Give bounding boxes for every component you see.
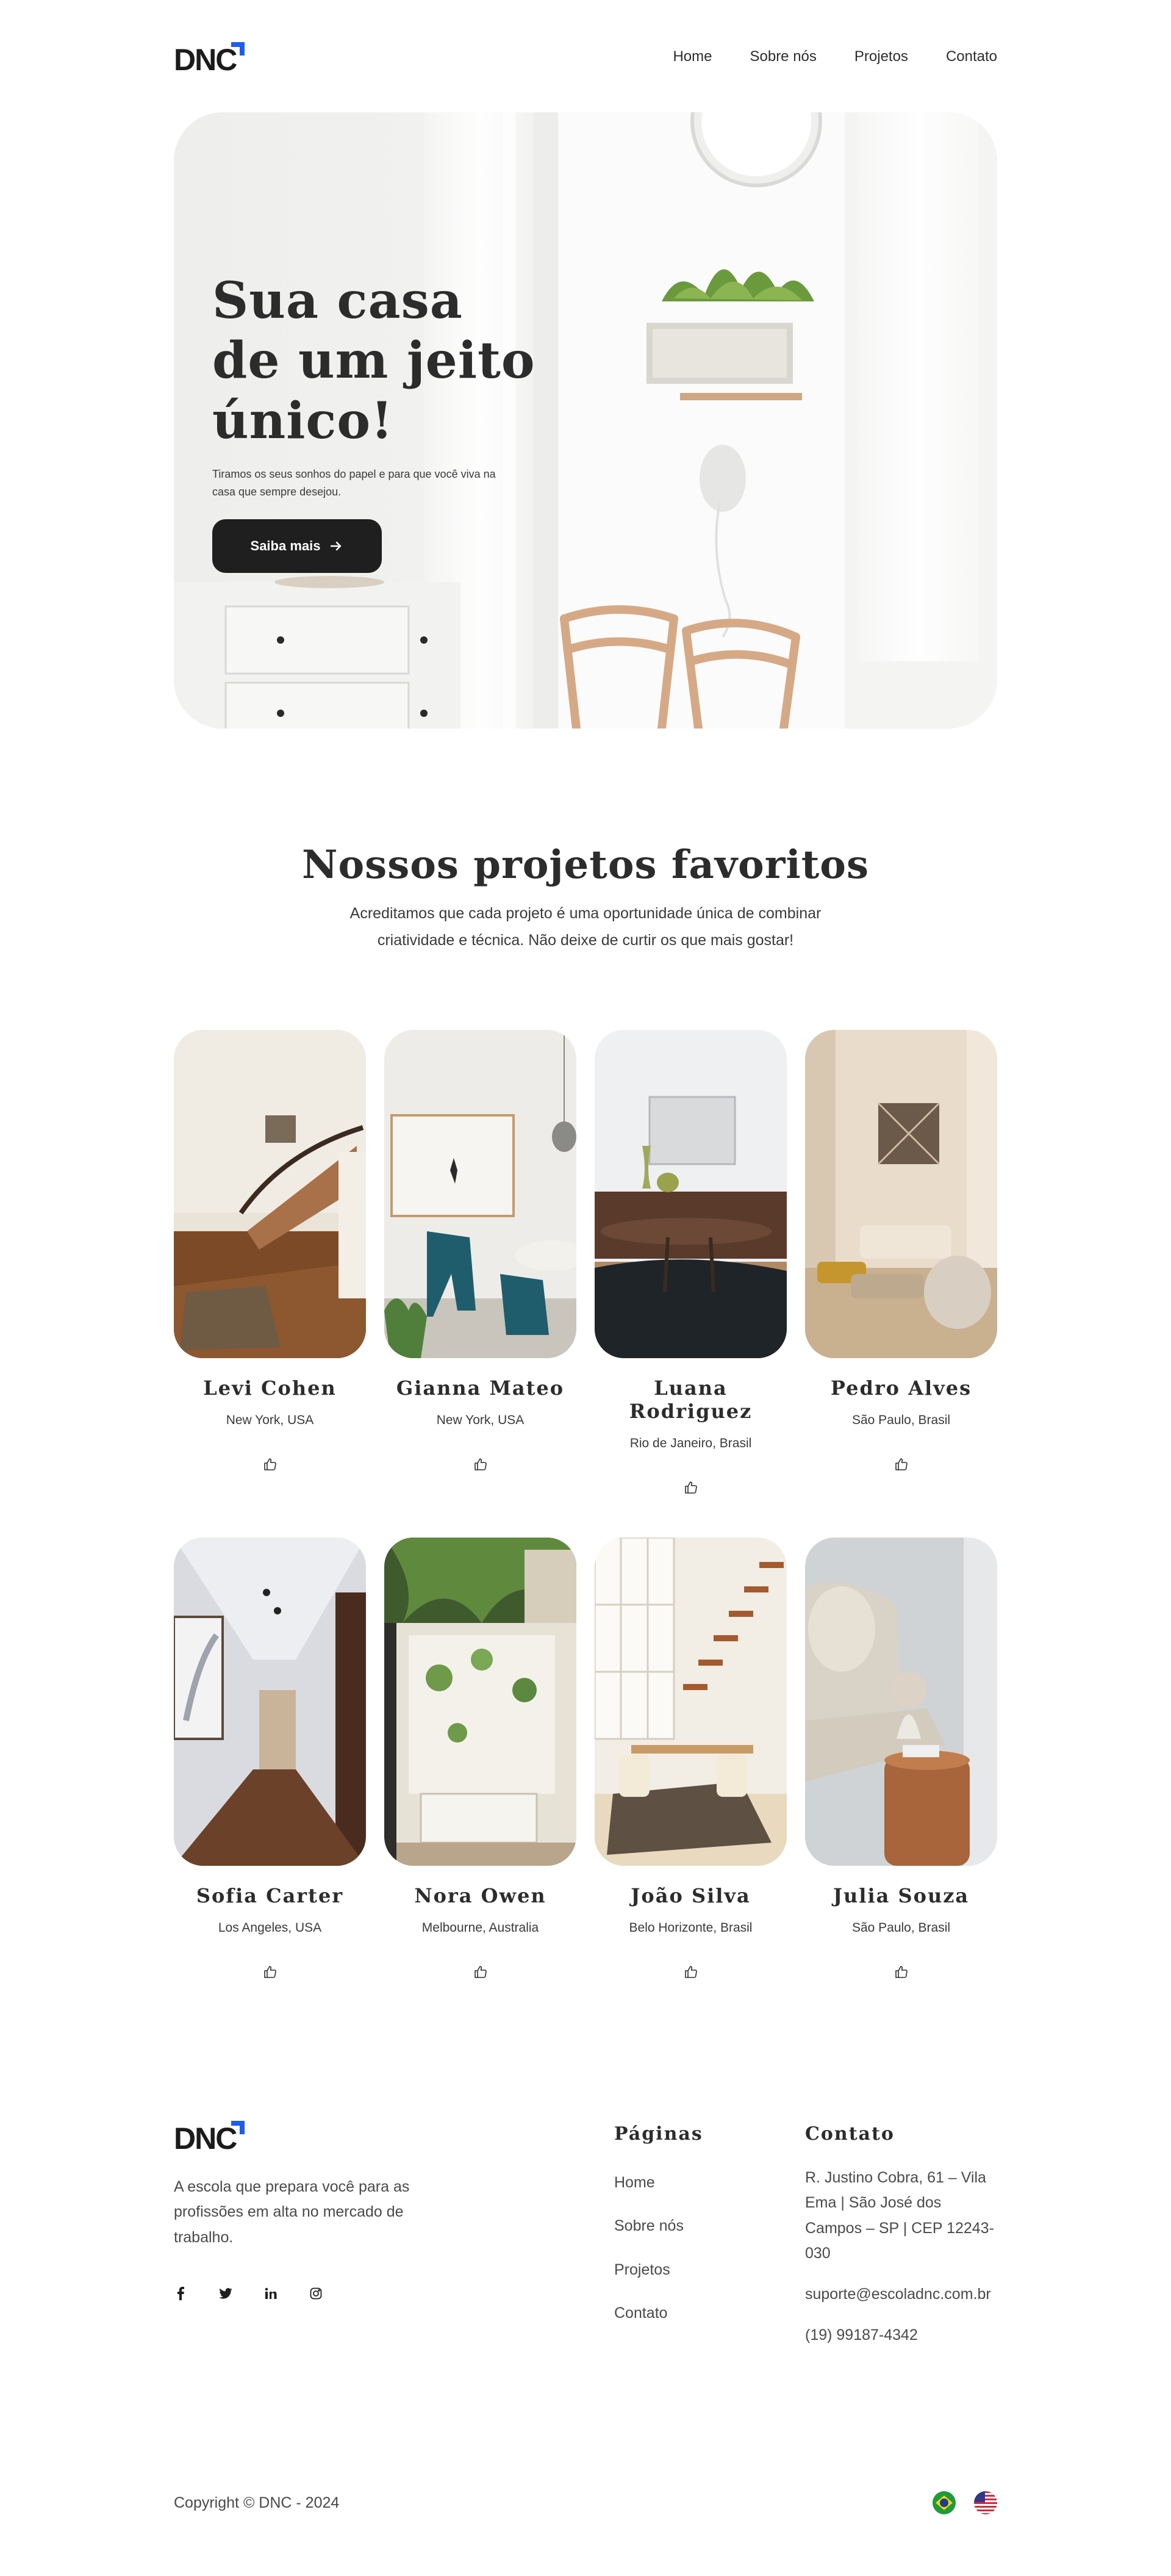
project-name: Julia Souza (833, 1884, 970, 1907)
thumbs-up-icon[interactable] (470, 1961, 492, 1983)
usa-flag-icon[interactable] (974, 2491, 997, 2514)
projects-grid-row-2: Sofia Carter Los Angeles, USA Nora Owen … (174, 1538, 997, 1983)
language-switcher (933, 2491, 997, 2514)
footer-email[interactable]: suporte@escoladnc.com.br (805, 2282, 1000, 2307)
hero-subtitle: Tiramos os seus sonhos do papel e para q… (212, 468, 496, 498)
project-name: João Silva (631, 1884, 751, 1907)
copyright: Copyright © DNC - 2024 (174, 2494, 340, 2511)
footer-pages: Páginas Home Sobre nós Projetos Contato (614, 2123, 703, 2326)
project-location: Melbourne, Australia (421, 1921, 539, 1935)
project-name: Gianna Mateo (396, 1376, 565, 1400)
footer-logo-text: DNC (174, 2121, 237, 2156)
project-card: Gianna Mateo New York, USA (384, 1030, 576, 1498)
page: DNC Home Sobre nós Projetos Contato Sua … (0, 0, 1171, 2576)
thumbs-up-icon[interactable] (890, 1961, 912, 1983)
thumbs-up-icon[interactable] (680, 1477, 702, 1498)
thumbs-up-icon[interactable] (470, 1453, 492, 1475)
project-photo[interactable] (595, 1538, 787, 1866)
footer-pages-title: Páginas (614, 2123, 703, 2145)
project-name: Levi Cohen (203, 1376, 337, 1400)
facebook-icon[interactable] (174, 2286, 187, 2300)
beige-lounge-image (805, 1030, 997, 1358)
linkedin-icon[interactable] (264, 2287, 278, 2300)
arrow-right-icon (331, 541, 342, 550)
dining-corner-image (384, 1030, 576, 1358)
project-photo[interactable] (384, 1030, 576, 1358)
nav-contato[interactable]: Contato (946, 48, 997, 65)
footer: DNC A escola que prepara você para as pr… (174, 2117, 997, 2344)
footer-logo[interactable]: DNC (174, 2117, 245, 2156)
thumbs-up-icon[interactable] (259, 1453, 281, 1475)
project-location: Rio de Janeiro, Brasil (629, 1436, 752, 1450)
saiba-mais-button[interactable]: Saiba mais (212, 519, 382, 573)
hero-banner: Sua casa de um jeito único! Tiramos os s… (174, 112, 997, 729)
projects-subtitle: Acreditamos que cada projeto é uma oport… (174, 901, 997, 954)
hero-title: Sua casa de um jeito único! (212, 272, 535, 450)
projects-subtitle-line-1: Acreditamos que cada projeto é uma oport… (349, 905, 822, 922)
project-card: Nora Owen Melbourne, Australia (384, 1538, 576, 1983)
project-location: São Paulo, Brasil (851, 1413, 951, 1427)
brazil-flag-icon[interactable] (933, 2491, 956, 2514)
thumbs-up-icon[interactable] (259, 1961, 281, 1983)
footer-link-projetos[interactable]: Projetos (614, 2258, 703, 2283)
nav-home[interactable]: Home (673, 48, 712, 65)
project-card: Luana Rodriguez Rio de Janeiro, Brasil (595, 1030, 787, 1498)
nav-sobre-nos[interactable]: Sobre nós (750, 48, 816, 65)
projects-title: Nossos projetos favoritos (301, 842, 870, 888)
plant-wall-image (384, 1538, 576, 1866)
project-card: Julia Souza São Paulo, Brasil (805, 1538, 997, 1983)
thumbs-up-icon[interactable] (680, 1961, 702, 1983)
footer-link-home[interactable]: Home (614, 2170, 703, 2195)
saiba-mais-label: Saiba mais (250, 538, 321, 553)
footer-brand: DNC A escola que prepara você para as pr… (174, 2117, 442, 2300)
project-name: Luana Rodriguez (629, 1376, 753, 1423)
footer-contact: Contato R. Justino Cobra, 61 – Vila Ema … (805, 2123, 1000, 2348)
project-photo[interactable] (805, 1030, 997, 1358)
logo-accent-icon (231, 42, 245, 56)
dining-stairs-image (595, 1538, 787, 1866)
project-card: Sofia Carter Los Angeles, USA (174, 1538, 366, 1983)
project-name: Sofia Carter (196, 1884, 344, 1907)
footer-description: A escola que prepara você para as profis… (174, 2178, 410, 2246)
footer-contact-title: Contato (805, 2123, 895, 2145)
logo-accent-icon (231, 2121, 245, 2134)
projects-grid-row-1: Levi Cohen New York, USA Gianna Mateo Ne… (174, 1030, 997, 1498)
project-location: São Paulo, Brasil (851, 1921, 951, 1935)
twitter-icon[interactable] (219, 2287, 232, 2300)
footer-link-sobre-nos[interactable]: Sobre nós (614, 2214, 703, 2239)
sofa-side-table-image (805, 1538, 997, 1866)
project-photo[interactable] (384, 1538, 576, 1866)
project-card: João Silva Belo Horizonte, Brasil (595, 1538, 787, 1983)
project-photo[interactable] (595, 1030, 787, 1358)
footer-address: R. Justino Cobra, 61 – Vila Ema | São Jo… (805, 2169, 994, 2262)
project-location: Los Angeles, USA (218, 1921, 322, 1935)
project-photo[interactable] (805, 1538, 997, 1866)
social-links (174, 2286, 442, 2300)
logo[interactable]: DNC (174, 38, 245, 77)
project-photo[interactable] (174, 1030, 366, 1358)
footer-bottom-bar: Copyright © DNC - 2024 (174, 2491, 997, 2515)
project-location: New York, USA (226, 1413, 314, 1427)
project-name: Pedro Alves (830, 1376, 972, 1400)
header: DNC Home Sobre nós Projetos Contato (174, 34, 997, 79)
project-location: Belo Horizonte, Brasil (629, 1921, 753, 1935)
logo-text: DNC (174, 43, 237, 77)
hero-content: Sua casa de um jeito único! Tiramos os s… (212, 271, 542, 573)
projects-subtitle-line-2: criatividade e técnica. Não deixe de cur… (377, 931, 794, 949)
project-photo[interactable] (174, 1538, 366, 1866)
project-card: Levi Cohen New York, USA (174, 1030, 366, 1498)
project-location: New York, USA (436, 1413, 525, 1427)
project-card: Pedro Alves São Paulo, Brasil (805, 1030, 997, 1498)
instagram-icon[interactable] (309, 2287, 323, 2300)
thumbs-up-icon[interactable] (890, 1453, 912, 1475)
nav-projetos[interactable]: Projetos (854, 48, 908, 65)
hallway-image (174, 1538, 366, 1866)
project-name: Nora Owen (414, 1884, 546, 1907)
main-nav: Home Sobre nós Projetos Contato (673, 48, 997, 65)
footer-phone[interactable]: (19) 99187-4342 (805, 2323, 1000, 2348)
footer-link-contato[interactable]: Contato (614, 2301, 703, 2326)
living-room-table-image (595, 1030, 787, 1358)
staircase-interior-image (174, 1030, 366, 1358)
